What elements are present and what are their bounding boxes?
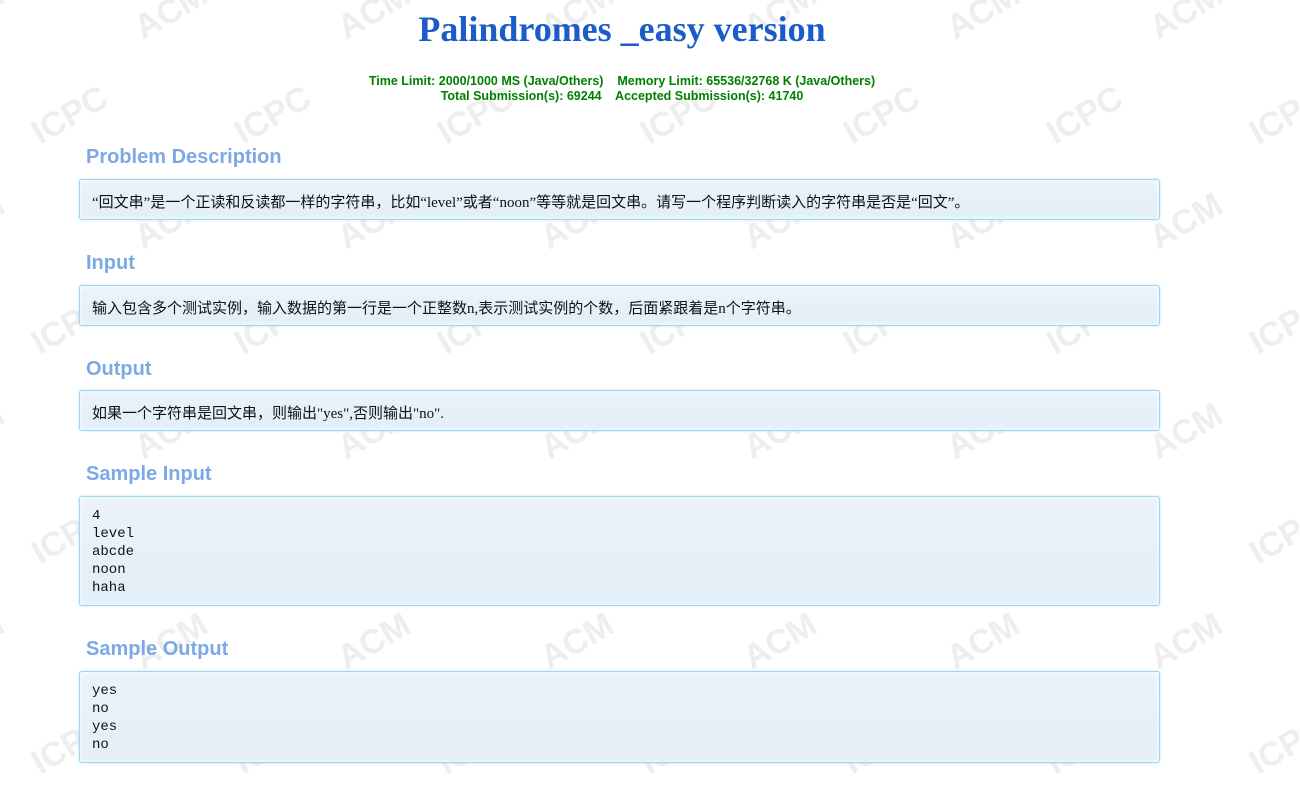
input-panel: 输入包含多个测试实例，输入数据的第一行是一个正整数n,表示测试实例的个数，后面紧…	[79, 285, 1160, 326]
sample-input-heading: Sample Input	[86, 463, 212, 485]
time-limit: Time Limit: 2000/1000 MS (Java/Others)	[368, 74, 604, 88]
output-text: 如果一个字符串是回文串，则输出"yes",否则输出"no".	[92, 406, 444, 422]
description-text: “回文串”是一个正读和反读都一样的字符串，比如“level”或者“noon”等等…	[92, 195, 970, 211]
sample-input-panel: 4 level abcde noon haha	[79, 496, 1160, 606]
sample-output-text: yes no yes no	[92, 683, 118, 753]
description-panel: “回文串”是一个正读和反读都一样的字符串，比如“level”或者“noon”等等…	[79, 179, 1160, 220]
limits-line-2: Total Submission(s): 69244 Accepted Subm…	[0, 89, 1244, 104]
problem-limits: Time Limit: 2000/1000 MS (Java/Others) M…	[0, 74, 1244, 104]
limits-line-1: Time Limit: 2000/1000 MS (Java/Others) M…	[0, 74, 1244, 89]
description-heading: Problem Description	[86, 146, 282, 168]
memory-limit: Memory Limit: 65536/32768 K (Java/Others…	[617, 74, 876, 88]
output-panel: 如果一个字符串是回文串，则输出"yes",否则输出"no".	[79, 390, 1160, 431]
input-heading: Input	[86, 252, 135, 274]
sample-output-heading: Sample Output	[86, 638, 229, 660]
problem-page: Palindromes _easy version Time Limit: 20…	[0, 0, 1300, 787]
sample-input-text: 4 level abcde noon haha	[92, 508, 135, 596]
total-submissions: Total Submission(s): 69244	[440, 89, 602, 103]
input-text: 输入包含多个测试实例，输入数据的第一行是一个正整数n,表示测试实例的个数，后面紧…	[92, 301, 801, 317]
accepted-submissions: Accepted Submission(s): 41740	[615, 89, 804, 103]
output-heading: Output	[86, 358, 152, 380]
sample-output-panel: yes no yes no	[79, 671, 1160, 763]
problem-title: Palindromes _easy version	[418, 9, 826, 49]
